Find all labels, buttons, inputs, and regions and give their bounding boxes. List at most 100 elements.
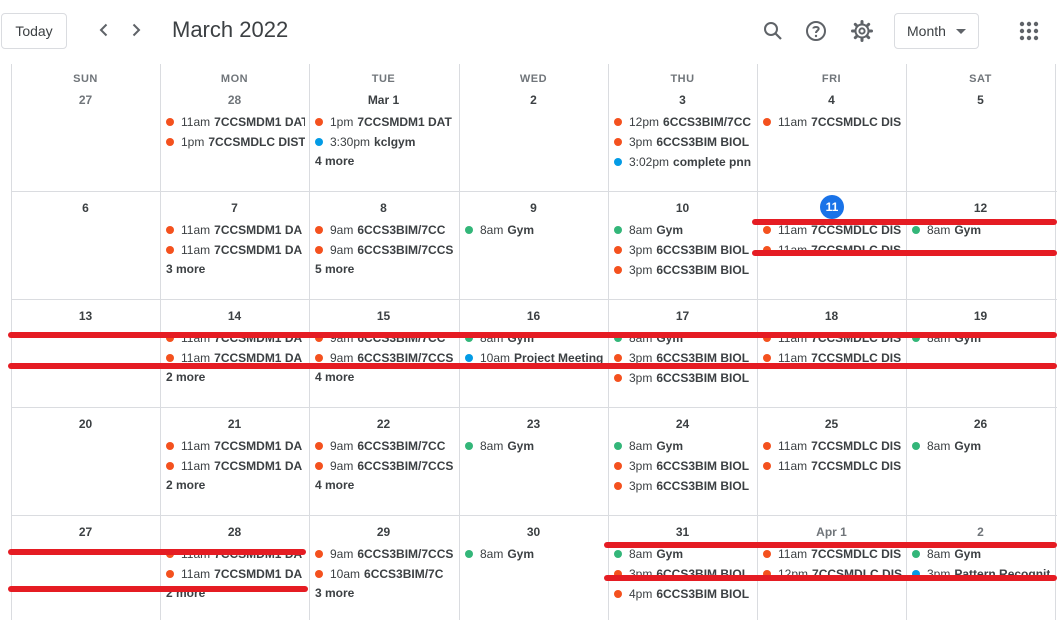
day-number[interactable]: 5: [906, 93, 1055, 107]
day-number[interactable]: 3: [608, 93, 757, 107]
day-number[interactable]: 19: [906, 309, 1055, 323]
day-number[interactable]: 28: [160, 525, 309, 539]
calendar-event[interactable]: 8am Gym: [465, 221, 604, 239]
calendar-event[interactable]: 8am Gym: [614, 437, 753, 455]
calendar-event[interactable]: 11am7CCSMDLC DIS: [763, 457, 902, 475]
day-cell[interactable]: 23 8am Gym: [459, 407, 608, 515]
calendar-event[interactable]: 8am Gym: [465, 545, 604, 563]
calendar-event[interactable]: 3pm 6CCS3BIM BIOL: [614, 457, 753, 475]
day-cell[interactable]: 18 11am 7CCSMDLC DIS 11am 7CCSMDLC DIS: [757, 299, 906, 407]
day-number[interactable]: 29: [309, 525, 458, 539]
day-cell[interactable]: 15 9am 6CCS3BIM/7CC 9am 6CCS3BIM/7CCS 4 more: [309, 299, 458, 407]
calendar-event[interactable]: 9am 6CCS3BIM/7CC: [315, 437, 454, 455]
day-number[interactable]: 22: [309, 417, 458, 431]
day-number[interactable]: 23: [459, 417, 608, 431]
day-cell[interactable]: 2811am7CCSMDM1 DA11am7CCSMDM1 DA2 more: [160, 515, 309, 620]
day-number[interactable]: 16: [459, 309, 608, 323]
more-events-link[interactable]: 4 more: [315, 478, 354, 492]
day-cell[interactable]: 31 8am Gym 3pm 6CCS3BIM BIOL 4pm 6CCS3BIM BIOL: [608, 515, 757, 620]
day-number[interactable]: 13: [11, 309, 160, 323]
calendar-event[interactable]: 9am 6CCS3BIM/7CC: [315, 221, 454, 239]
day-number[interactable]: 25: [757, 417, 906, 431]
day-number[interactable]: 20: [11, 417, 160, 431]
day-cell[interactable]: 2: [459, 64, 608, 191]
day-number[interactable]: 28: [160, 93, 309, 107]
day-number[interactable]: 6: [11, 201, 160, 215]
calendar-event[interactable]: 3pm 6CCS3BIM BIOL: [614, 261, 753, 279]
day-cell[interactable]: 26 8am Gym: [906, 407, 1055, 515]
calendar-event[interactable]: 12pm 6CCS3BIM/7CC: [614, 113, 753, 131]
day-cell[interactable]: 20: [11, 407, 160, 515]
day-number[interactable]: 8: [309, 201, 458, 215]
calendar-event[interactable]: 10am 6CCS3BIM/7C: [315, 565, 454, 583]
day-number[interactable]: 24: [608, 417, 757, 431]
calendar-event[interactable]: 9am 6CCS3BIM/7CCS: [315, 457, 454, 475]
more-events-link[interactable]: 3 more: [166, 262, 205, 276]
calendar-event[interactable]: 1pm 7CCSMDLC DIST: [166, 133, 305, 151]
day-number[interactable]: 21: [160, 417, 309, 431]
day-cell[interactable]: 21 11am 7CCSMDM1 DA 11am 7CCSMDM1 DA 2 more: [160, 407, 309, 515]
settings-button[interactable]: [847, 16, 877, 46]
day-cell[interactable]: 5: [906, 64, 1055, 191]
calendar-event[interactable]: 3pm 6CCS3BIM BIOL: [614, 133, 753, 151]
calendar-event[interactable]: 11am7CCSMDLC DIS: [763, 437, 902, 455]
calendar-event[interactable]: 3pm 6CCS3BIM BIOL: [614, 241, 753, 259]
day-cell[interactable]: 27: [11, 515, 160, 620]
day-cell[interactable]: Apr 1 11am 7CCSMDLC DIS 12pm 7CCSMDLC DIS: [757, 515, 906, 620]
calendar-event[interactable]: 11am7CCSMDM1 DA: [166, 457, 305, 475]
day-number[interactable]: 4: [757, 93, 906, 107]
day-cell[interactable]: 8 9am 6CCS3BIM/7CC 9am 6CCS3BIM/7CCS 5 more: [309, 191, 458, 299]
day-number[interactable]: 10: [608, 201, 757, 215]
day-cell[interactable]: 10 8am Gym 3pm 6CCS3BIM BIOL 3pm 6CCS3BIM BIOL: [608, 191, 757, 299]
calendar-event[interactable]: 11am7CCSMDM1 DA: [166, 221, 305, 239]
day-number[interactable]: 9: [459, 201, 608, 215]
calendar-event[interactable]: 11am7CCSMDM1 DA: [166, 437, 305, 455]
calendar-event[interactable]: 8am Gym: [912, 437, 1051, 455]
today-button[interactable]: Today: [1, 13, 67, 49]
day-cell[interactable]: 7 11am 7CCSMDM1 DA 11am 7CCSMDM1 DA 3 more: [160, 191, 309, 299]
day-cell[interactable]: 3 12pm 6CCS3BIM/7CC 3pm 6CCS3BIM BIOL 3:02pm c…: [608, 64, 757, 191]
more-events-link[interactable]: 2 more: [166, 370, 205, 384]
today-date-badge[interactable]: 11: [820, 195, 844, 219]
apps-button[interactable]: [1014, 16, 1044, 46]
more-events-link[interactable]: 4 more: [315, 370, 354, 384]
more-events-link[interactable]: 2 more: [166, 478, 205, 492]
day-number[interactable]: 26: [906, 417, 1055, 431]
help-button[interactable]: [801, 16, 831, 46]
view-selector[interactable]: Month: [894, 13, 979, 49]
day-number[interactable]: 14: [160, 309, 309, 323]
day-number[interactable]: 31: [608, 525, 757, 539]
more-events-link[interactable]: 4 more: [315, 154, 354, 168]
calendar-event[interactable]: 3:02pm complete pnn: [614, 153, 753, 171]
day-cell[interactable]: 17 8am Gym 3pm 6CCS3BIM BIOL 3pm 6CCS3BIM BIOL: [608, 299, 757, 407]
day-cell[interactable]: 25 11am 7CCSMDLC DIS 11am 7CCSMDLC DIS: [757, 407, 906, 515]
day-cell[interactable]: 28 11am7CCSMDM1 DATA 1pm7CCSMDLC DIST: [160, 64, 309, 191]
day-number[interactable]: 7: [160, 201, 309, 215]
day-cell[interactable]: 30 8am Gym: [459, 515, 608, 620]
calendar-event[interactable]: 3:30pm kclgym: [315, 133, 454, 151]
day-number[interactable]: 30: [459, 525, 608, 539]
day-cell[interactable]: 19 8am Gym: [906, 299, 1055, 407]
day-cell[interactable]: 6: [11, 191, 160, 299]
calendar-event[interactable]: 11am7CCSMDLC DIS: [763, 113, 902, 131]
search-button[interactable]: [758, 16, 788, 46]
day-cell[interactable]: 4 11am 7CCSMDLC DIS: [757, 64, 906, 191]
calendar-event[interactable]: 9am 6CCS3BIM/7CCS: [315, 241, 454, 259]
day-cell[interactable]: 14 11am 7CCSMDM1 DA 11am 7CCSMDM1 DA 2 more: [160, 299, 309, 407]
day-cell[interactable]: 24 8am Gym 3pm 6CCS3BIM BIOL 3pm 6CCS3BIM BIOL: [608, 407, 757, 515]
day-number[interactable]: 18: [757, 309, 906, 323]
next-month-button[interactable]: [122, 16, 150, 44]
day-number[interactable]: 15: [309, 309, 458, 323]
day-cell[interactable]: 12 8am Gym: [906, 191, 1055, 299]
calendar-event[interactable]: 1pm 7CCSMDM1 DAT: [315, 113, 454, 131]
day-cell[interactable]: 2 8am Gym 3pm Pattern Recognit: [906, 515, 1055, 620]
calendar-event[interactable]: 3pm 6CCS3BIM BIOL: [614, 369, 753, 387]
calendar-event[interactable]: 9am 6CCS3BIM/7CCS: [315, 545, 454, 563]
day-cell[interactable]: 13: [11, 299, 160, 407]
day-number[interactable]: 27: [11, 93, 160, 107]
day-number[interactable]: 2: [459, 93, 608, 107]
day-cell[interactable]: 29 9am 6CCS3BIM/7CCS 10am 6CCS3BIM/7C 3 more: [309, 515, 458, 620]
calendar-event[interactable]: 3pm 6CCS3BIM BIOL: [614, 477, 753, 495]
day-cell[interactable]: Mar 1 1pm 7CCSMDM1 DAT 3:30pm kclgym 4 more: [309, 64, 458, 191]
day-cell[interactable]: 27: [11, 64, 160, 191]
